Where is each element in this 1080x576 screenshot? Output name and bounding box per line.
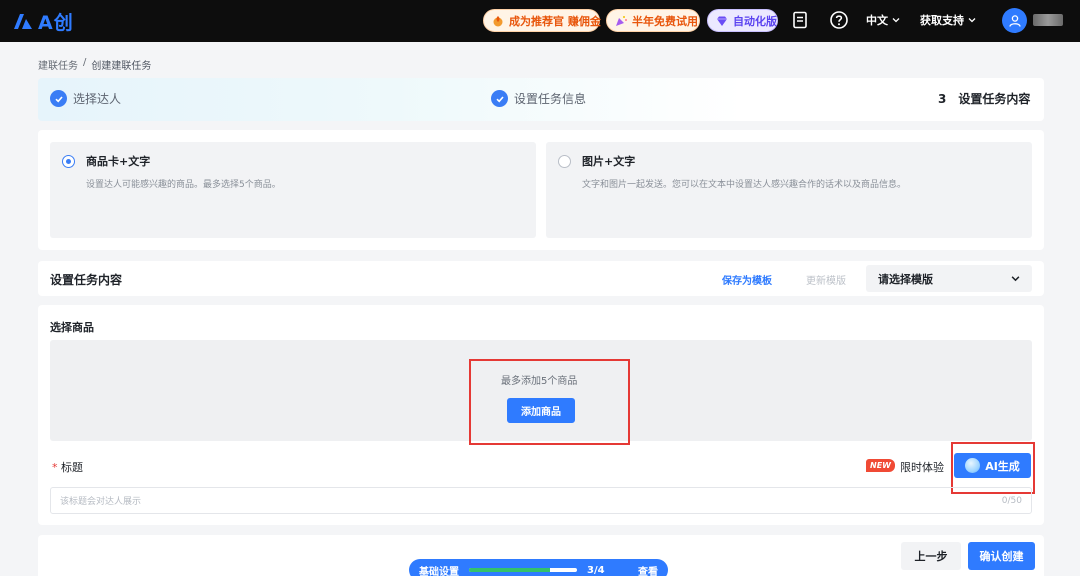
footer-actions: 基础设置 3/4 查看 上一步 确认创建 [38, 535, 1044, 576]
option-description: 设置达人可能感兴趣的商品。最多选择5个商品。 [86, 180, 281, 190]
character-counter: 0/50 [1001, 495, 1022, 506]
section-title: 设置任务内容 [50, 273, 123, 287]
fire-coin-icon [492, 15, 504, 27]
automation-edition-button[interactable]: 自动化版 [707, 9, 778, 32]
step-number: 3 [938, 91, 947, 106]
top-bar: A创 成为推荐官 赚佣金 半年免费试用 自动化版 中文 获取支持 [0, 0, 1080, 42]
user-avatar[interactable] [1002, 8, 1027, 33]
chevron-down-icon [968, 18, 976, 23]
help-icon[interactable] [829, 10, 849, 30]
language-selector[interactable]: 中文 [866, 12, 900, 28]
breadcrumb-separator: / [83, 57, 87, 68]
progress-label: 基础设置 [419, 566, 459, 576]
breadcrumb: 建联任务 / 创建建联任务 [38, 57, 151, 72]
party-popper-icon [615, 15, 627, 27]
setup-progress-pill[interactable]: 基础设置 3/4 查看 [409, 559, 668, 576]
option-description: 文字和图片一起发送。您可以在文本中设置达人感兴趣合作的话术以及商品信息。 [582, 180, 907, 190]
content-type-panel: 商品卡+文字 设置达人可能感兴趣的商品。最多选择5个商品。 图片+文字 文字和图… [38, 130, 1044, 250]
free-trial-label: 半年免费试用 [632, 14, 698, 28]
breadcrumb-current: 创建建联任务 [91, 61, 152, 72]
referral-promo-button[interactable]: 成为推荐官 赚佣金 [483, 9, 601, 32]
step-label: 设置任务信息 [514, 92, 587, 106]
language-label: 中文 [866, 14, 888, 27]
radio-selected[interactable] [62, 155, 75, 168]
logo-text: A创 [38, 11, 74, 34]
step-label: 选择达人 [73, 92, 122, 106]
step-label: 设置任务内容 [958, 92, 1031, 106]
support-label: 获取支持 [920, 14, 964, 27]
document-icon[interactable] [790, 10, 810, 30]
view-link[interactable]: 查看 [638, 563, 658, 576]
task-content-form: 选择商品 最多添加5个商品 添加商品 * 标题 NEW 限时体验 AI生成 该标… [38, 305, 1044, 525]
option-title: 图片+文字 [582, 155, 636, 168]
new-badge: NEW [866, 459, 895, 472]
step-task-content: 3 设置任务内容 [938, 90, 1030, 107]
progress-count: 3/4 [587, 564, 605, 576]
check-circle-icon [491, 90, 508, 107]
step-select-creators: 选择达人 [50, 90, 121, 107]
previous-step-button[interactable]: 上一步 [901, 542, 961, 570]
limited-trial-text: 限时体验 [900, 461, 944, 474]
save-template-link[interactable]: 保存为模板 [722, 272, 772, 287]
user-icon [1008, 14, 1021, 27]
chevron-down-icon [1011, 276, 1020, 282]
option-image-text[interactable]: 图片+文字 文字和图片一起发送。您可以在文本中设置达人感兴趣合作的话术以及商品信… [546, 142, 1032, 238]
logo-mark-icon [14, 14, 32, 29]
progress-bar [469, 568, 577, 572]
chevron-down-icon [892, 18, 900, 23]
task-content-header: 设置任务内容 保存为模板 更新模版 请选择模版 [38, 261, 1044, 296]
required-mark: * [52, 461, 58, 474]
template-select-value: 请选择模版 [878, 272, 933, 286]
username-redacted [1033, 14, 1063, 26]
confirm-create-button[interactable]: 确认创建 [968, 542, 1035, 570]
check-circle-icon [50, 90, 67, 107]
free-trial-button[interactable]: 半年免费试用 [606, 9, 700, 32]
radio-unselected[interactable] [558, 155, 571, 168]
title-placeholder: 该标题会对达人展示 [60, 497, 142, 507]
template-select[interactable]: 请选择模版 [866, 265, 1032, 292]
step-indicator: 选择达人 设置任务信息 3 设置任务内容 [38, 78, 1044, 121]
automation-edition-label: 自动化版 [733, 14, 777, 28]
progress-bar-fill [469, 568, 550, 572]
title-input[interactable]: 该标题会对达人展示 0/50 [50, 487, 1032, 514]
option-title: 商品卡+文字 [86, 155, 151, 168]
diamond-icon [716, 15, 728, 27]
referral-promo-label: 成为推荐官 赚佣金 [509, 14, 601, 28]
step-task-info: 设置任务信息 [491, 90, 586, 107]
update-template-link[interactable]: 更新模版 [806, 272, 846, 287]
support-menu[interactable]: 获取支持 [920, 12, 976, 28]
select-products-label: 选择商品 [50, 321, 94, 334]
breadcrumb-parent[interactable]: 建联任务 [38, 57, 78, 72]
title-label: 标题 [61, 461, 83, 474]
option-product-card-text[interactable]: 商品卡+文字 设置达人可能感兴趣的商品。最多选择5个商品。 [50, 142, 536, 238]
annotation-highlight-box [469, 359, 630, 445]
brand-logo[interactable]: A创 [12, 8, 74, 34]
